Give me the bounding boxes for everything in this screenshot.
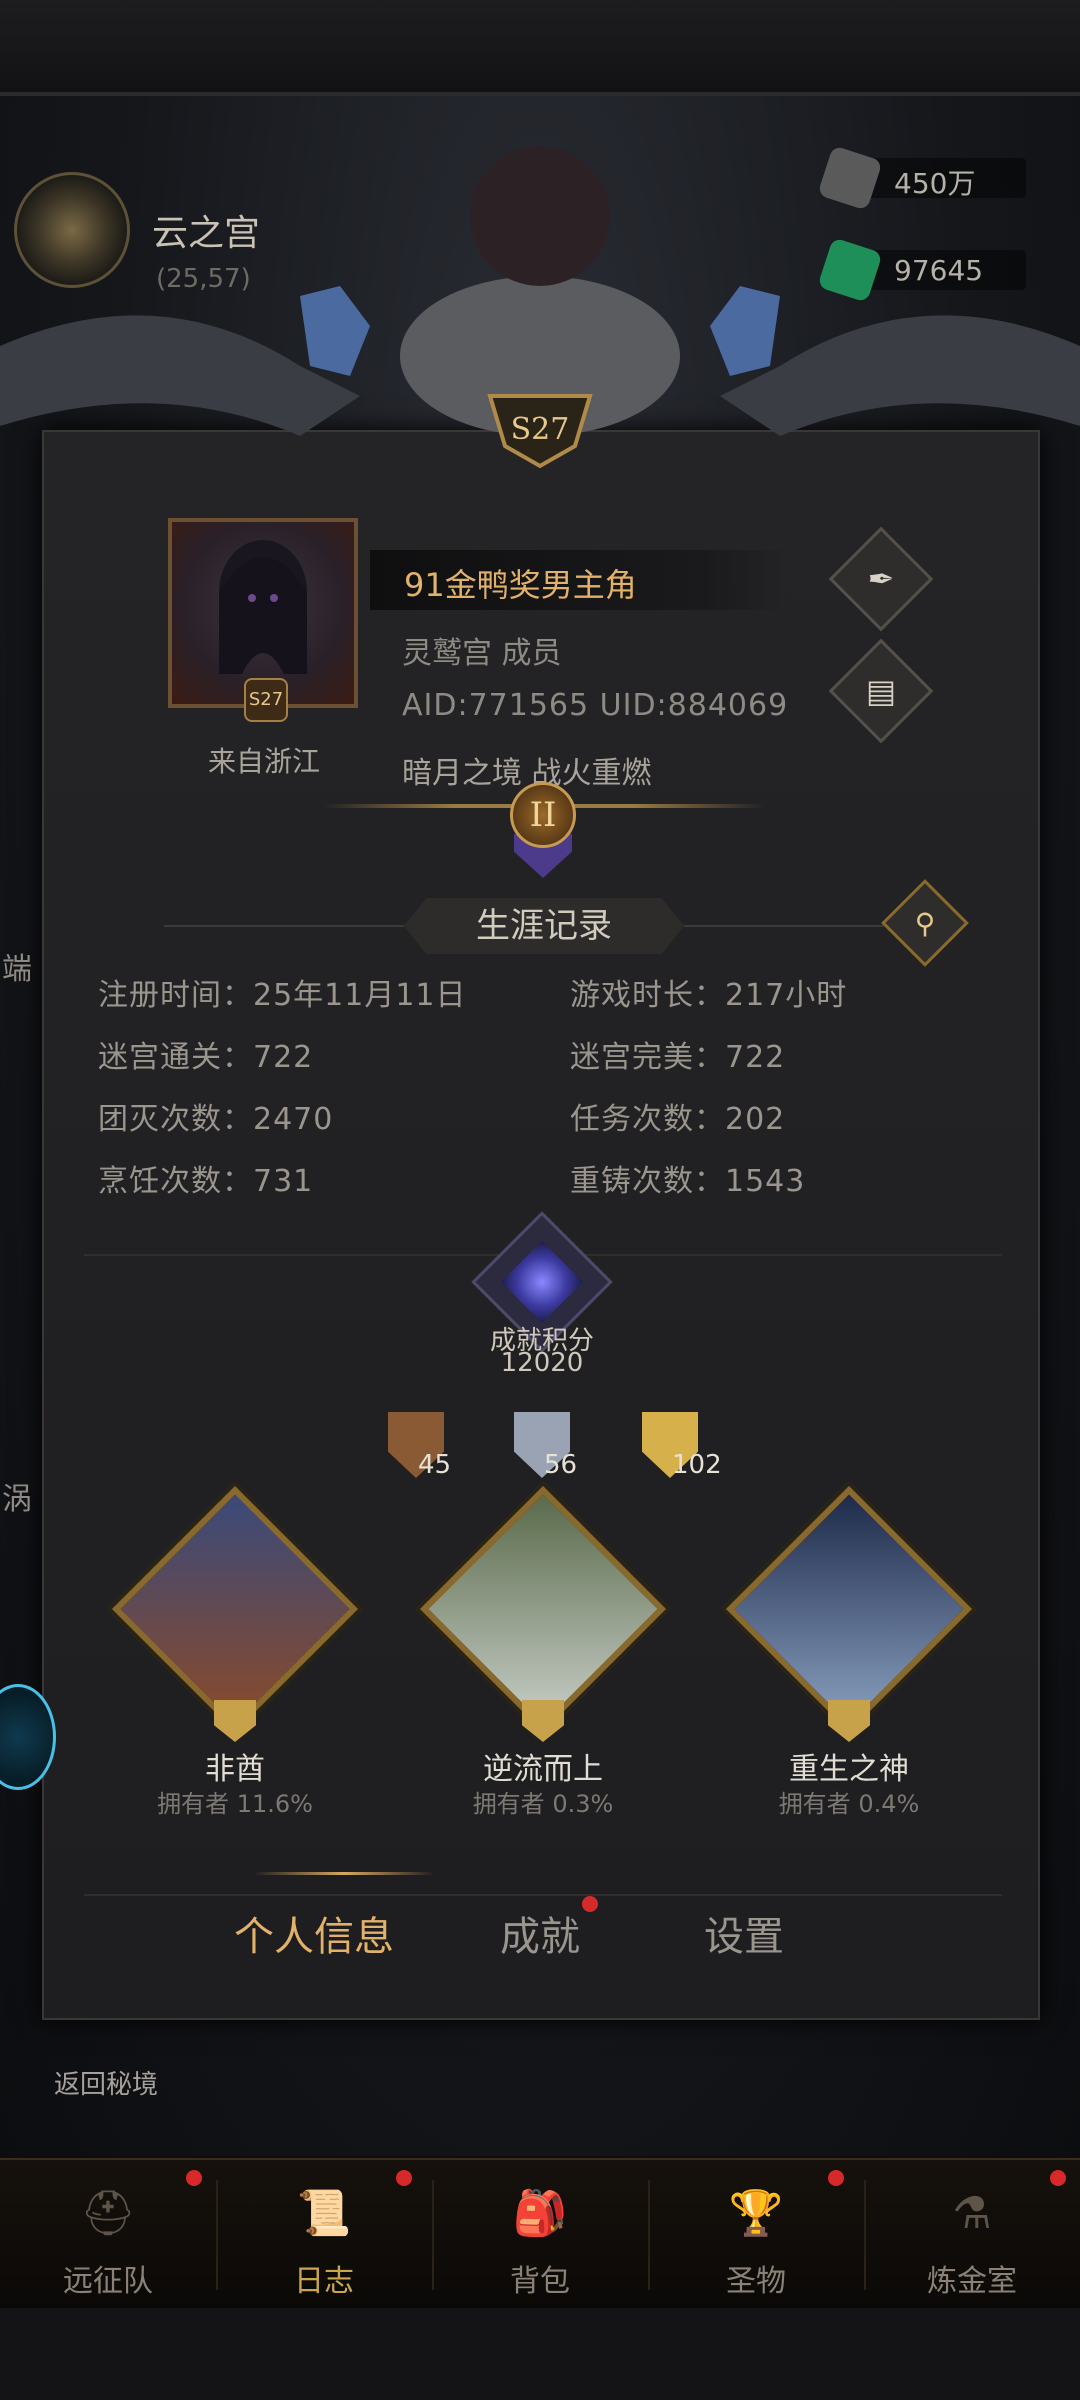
return-label[interactable]: 返回秘境	[54, 2064, 158, 2101]
trophy-owners: 拥有者 11.6%	[157, 1790, 313, 1818]
career-search-button[interactable]: ⚲	[881, 879, 969, 967]
location-coords: (25,57)	[156, 264, 251, 294]
nav-label: 炼金室	[927, 2264, 1017, 2299]
nav-notification-dot	[396, 2170, 412, 2186]
nav-backpack[interactable]: 🎒 背包	[432, 2160, 648, 2310]
trophy-art	[725, 1485, 973, 1733]
player-name: 91金鸭奖男主角	[404, 566, 637, 604]
side-label-left: 端	[2, 952, 32, 987]
stat-quests: 任务次数：202	[570, 1102, 786, 1137]
trophy-name: 重生之神	[789, 1752, 909, 1787]
silver-medal-count: 56	[544, 1450, 578, 1480]
viking-helmet-icon: ⛑	[80, 2188, 136, 2239]
backpack-icon: 🎒	[512, 2188, 568, 2239]
avatar[interactable]: S27	[168, 518, 358, 722]
profile-panel: S27 来自浙江 91金鸭奖男主角 灵鹫宫 成员 AID:771565 UID:…	[42, 430, 1040, 2020]
nav-expedition[interactable]: ⛑ 远征队	[0, 2160, 216, 2310]
trophy-name: 逆流而上	[483, 1752, 603, 1787]
player-name-bar: 91金鸭奖男主角	[370, 550, 786, 610]
gold-badge-icon	[214, 1700, 256, 1742]
gold-medal[interactable]: 102	[642, 1412, 722, 1480]
section-line-left	[164, 925, 404, 927]
bottom-frame	[0, 2308, 1080, 2400]
currency-ore[interactable]: 450万	[817, 145, 1026, 211]
section-line-right	[684, 925, 884, 927]
active-tab-indicator	[254, 1872, 434, 1875]
magnifier-icon: ⚲	[914, 906, 936, 940]
trophy-name: 非酋	[205, 1752, 265, 1787]
nav-notification-dot	[828, 2170, 844, 2186]
stat-cooking: 烹饪次数：731	[98, 1164, 314, 1199]
stat-maze-clear: 迷宫通关：722	[98, 1040, 314, 1075]
stat-team-wipe: 团灭次数：2470	[98, 1102, 334, 1137]
quill-icon: ✒	[867, 560, 895, 598]
rank-badge: II	[510, 782, 576, 848]
stat-register-time: 注册时间：25年11月11日	[98, 978, 467, 1013]
nav-label: 日志	[294, 2264, 354, 2299]
profile-tabs: 个人信息 成就 设置	[44, 1872, 1042, 1982]
trophy-owners: 拥有者 0.4%	[778, 1790, 920, 1818]
trophy-art	[111, 1485, 359, 1733]
nav-label: 圣物	[726, 2264, 786, 2299]
tab-settings[interactable]: 设置	[704, 1904, 784, 1962]
trophy-owners: 拥有者 0.3%	[472, 1790, 614, 1818]
tab-personal-info[interactable]: 个人信息	[234, 1904, 394, 1962]
stat-reforge: 重铸次数：1543	[570, 1164, 806, 1199]
currency-value: 97645	[894, 254, 984, 287]
document-icon: ▤	[865, 672, 897, 710]
guild-info: 灵鹫宫 成员	[402, 636, 562, 671]
stat-play-time: 游戏时长：217小时	[570, 978, 848, 1013]
bronze-medal[interactable]: 45	[388, 1412, 451, 1480]
copy-id-button[interactable]: ▤	[828, 638, 934, 744]
currency-gem[interactable]: 97645	[817, 237, 1026, 303]
chalice-icon: 🏆	[728, 2188, 784, 2239]
avatar-season-badge: S27	[244, 678, 288, 722]
location-name: 云之宫	[152, 213, 261, 254]
achievement-score: 12020	[500, 1348, 584, 1378]
side-label-left: 涡	[2, 1482, 32, 1517]
origin-label: 来自浙江	[207, 745, 320, 778]
currency-value: 450万	[894, 167, 976, 200]
avatar-portrait	[219, 540, 307, 674]
nav-notification-dot	[1050, 2170, 1066, 2186]
player-ids[interactable]: AID:771565 UID:884069	[402, 688, 788, 723]
scroll-icon: 📜	[296, 2188, 352, 2239]
gold-badge-icon	[828, 1700, 870, 1742]
nav-label: 背包	[510, 2264, 570, 2299]
gold-badge-icon	[522, 1700, 564, 1742]
stat-maze-perfect: 迷宫完美：722	[570, 1040, 786, 1075]
trophy-art	[419, 1485, 667, 1733]
gold-medal-count: 102	[672, 1450, 722, 1480]
nav-notification-dot	[186, 2170, 202, 2186]
nav-relics[interactable]: 🏆 圣物	[648, 2160, 864, 2310]
bronze-medal-count: 45	[418, 1450, 452, 1480]
nav-journal[interactable]: 📜 日志	[216, 2160, 432, 2310]
vortex-emblem-icon	[14, 172, 130, 288]
location-widget[interactable]: 云之宫 (25,57)	[0, 160, 300, 300]
tab-achievements[interactable]: 成就	[500, 1904, 580, 1962]
silver-medal[interactable]: 56	[514, 1412, 577, 1480]
career-title: 生涯记录	[404, 898, 684, 954]
nav-label: 远征队	[63, 2264, 153, 2299]
edit-profile-button[interactable]: ✒	[828, 526, 934, 632]
top-frame	[0, 0, 1080, 96]
nav-alchemy[interactable]: ⚗ 炼金室	[864, 2160, 1080, 2310]
alchemy-icon: ⚗	[952, 2187, 992, 2239]
achievements-notification-dot	[582, 1896, 598, 1912]
bottom-navigation: ⛑ 远征队 📜 日志 🎒 背包 🏆 圣物 ⚗ 炼金室	[0, 2158, 1080, 2308]
